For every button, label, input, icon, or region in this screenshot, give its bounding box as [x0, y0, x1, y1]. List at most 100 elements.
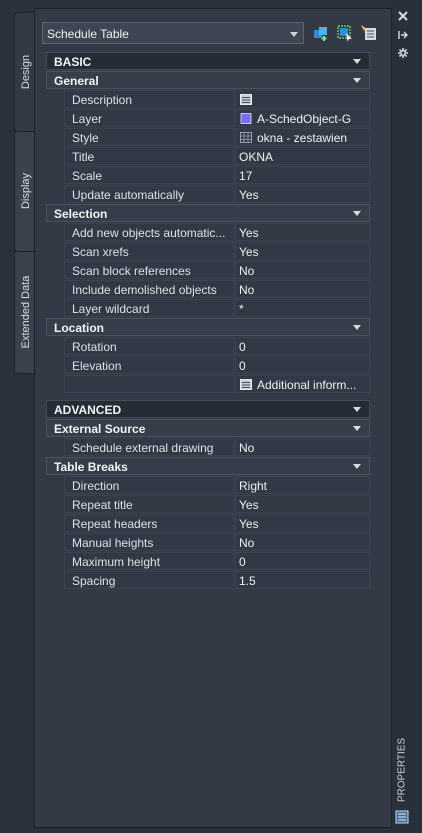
category-title: ADVANCED: [54, 403, 122, 417]
property-value[interactable]: 0: [235, 356, 370, 374]
category-basic[interactable]: BASIC: [46, 52, 370, 70]
group-title: General: [54, 74, 99, 88]
property-value[interactable]: Yes: [235, 185, 370, 203]
tab-extended-data-label: Extended Data: [20, 275, 32, 349]
category-advanced[interactable]: ADVANCED: [46, 400, 370, 418]
property-row-scale[interactable]: Scale 17: [64, 166, 370, 184]
property-name: Elevation: [72, 359, 122, 373]
property-value[interactable]: [235, 90, 370, 108]
property-name: Title: [72, 150, 95, 164]
property-value[interactable]: okna - zestawien: [235, 128, 370, 146]
quick-select-icon[interactable]: [336, 24, 354, 42]
group-table-breaks[interactable]: Table Breaks: [46, 457, 370, 475]
property-value[interactable]: Yes: [235, 242, 370, 260]
table-style-icon: [240, 132, 252, 143]
property-name: Spacing: [72, 574, 116, 588]
group-title: Location: [54, 321, 104, 335]
chevron-down-icon: [353, 407, 361, 412]
chevron-down-icon: [353, 211, 361, 216]
property-name: Add new objects automatic...: [72, 226, 226, 240]
property-row-repeat-title[interactable]: Repeat title Yes: [64, 495, 370, 513]
property-value[interactable]: A-SchedObject-G: [235, 109, 370, 127]
property-value[interactable]: 0: [235, 337, 370, 355]
property-value[interactable]: Yes: [235, 495, 370, 513]
property-row-scan-xrefs[interactable]: Scan xrefs Yes: [64, 242, 370, 260]
property-row-repeat-headers[interactable]: Repeat headers Yes: [64, 514, 370, 532]
property-row-layer[interactable]: Layer A-SchedObject-G: [64, 109, 370, 127]
property-name: Repeat headers: [72, 517, 158, 531]
property-name: Include demolished objects: [72, 283, 217, 297]
property-name: Layer: [72, 112, 103, 126]
property-name: Manual heights: [72, 536, 154, 550]
palette-menu-icon[interactable]: [395, 810, 409, 824]
property-value[interactable]: No: [235, 533, 370, 551]
property-value[interactable]: 17: [235, 166, 370, 184]
add-to-selection-icon[interactable]: [312, 24, 330, 42]
palette-titlebar: [390, 0, 422, 833]
palette-title: PROPERTIES: [396, 737, 408, 803]
property-value[interactable]: 1.5: [235, 571, 370, 589]
settings-icon[interactable]: [397, 47, 409, 59]
property-row-style[interactable]: Style okna - zestawien: [64, 128, 370, 146]
tab-design-label: Design: [20, 54, 32, 90]
property-row-title[interactable]: Title OKNA: [64, 147, 370, 165]
property-value[interactable]: Yes: [235, 223, 370, 241]
tab-display-label: Display: [20, 172, 32, 210]
layer-color-swatch-icon: [240, 113, 252, 124]
property-value[interactable]: No: [235, 438, 370, 456]
group-selection[interactable]: Selection: [46, 204, 370, 222]
chevron-down-icon: [290, 32, 298, 37]
property-row-schedule-external-drawing[interactable]: Schedule external drawing No: [64, 438, 370, 456]
property-name: Description: [72, 93, 133, 107]
property-row-maximum-height[interactable]: Maximum height 0: [64, 552, 370, 570]
property-name: Layer wildcard: [72, 302, 150, 316]
property-row-direction[interactable]: Direction Right: [64, 476, 370, 494]
property-row-include-demolished[interactable]: Include demolished objects No: [64, 280, 370, 298]
property-value[interactable]: Yes: [235, 514, 370, 532]
property-row-layer-wildcard[interactable]: Layer wildcard *: [64, 299, 370, 317]
category-title: BASIC: [54, 55, 92, 69]
chevron-down-icon: [353, 464, 361, 469]
property-value[interactable]: No: [235, 280, 370, 298]
chevron-down-icon: [353, 59, 361, 64]
pick-properties-icon[interactable]: [360, 24, 378, 42]
property-name: Rotation: [72, 340, 117, 354]
property-row-add-new-objects[interactable]: Add new objects automatic... Yes: [64, 223, 370, 241]
worksheet-icon: [240, 379, 252, 390]
property-row-rotation[interactable]: Rotation 0: [64, 337, 370, 355]
chevron-down-icon: [353, 78, 361, 83]
property-value[interactable]: OKNA: [235, 147, 370, 165]
property-row-manual-heights[interactable]: Manual heights No: [64, 533, 370, 551]
group-title: Selection: [54, 207, 108, 221]
property-name: Direction: [72, 479, 120, 493]
property-name: Scan xrefs: [72, 245, 129, 259]
property-row-scan-block-references[interactable]: Scan block references No: [64, 261, 370, 279]
property-row-elevation[interactable]: Elevation 0: [64, 356, 370, 374]
object-type-value: Schedule Table: [47, 27, 129, 41]
property-name: Scale: [72, 169, 103, 183]
description-editor-icon[interactable]: [240, 94, 252, 105]
property-row-description[interactable]: Description: [64, 90, 370, 108]
property-name: Style: [72, 131, 99, 145]
group-general[interactable]: General: [46, 71, 370, 89]
additional-information-button[interactable]: Additional inform...: [235, 375, 370, 393]
autohide-icon[interactable]: [397, 29, 409, 41]
property-value[interactable]: *: [235, 299, 370, 317]
property-name: Update automatically: [72, 188, 185, 202]
property-name: Repeat title: [72, 498, 133, 512]
group-title: Table Breaks: [54, 460, 128, 474]
close-icon[interactable]: [398, 11, 408, 21]
property-name: Maximum height: [72, 555, 161, 569]
property-name: Schedule external drawing: [72, 441, 214, 455]
property-grid: BASIC General Description Layer A-SchedO…: [46, 52, 370, 590]
property-row-update-automatically[interactable]: Update automatically Yes: [64, 185, 370, 203]
group-location[interactable]: Location: [46, 318, 370, 336]
group-external-source[interactable]: External Source: [46, 419, 370, 437]
property-value[interactable]: Right: [235, 476, 370, 494]
group-title: External Source: [54, 422, 146, 436]
object-type-select[interactable]: Schedule Table: [42, 22, 304, 44]
property-value[interactable]: 0: [235, 552, 370, 570]
property-value[interactable]: No: [235, 261, 370, 279]
property-row-additional-information[interactable]: Additional inform...: [64, 375, 370, 393]
property-row-spacing[interactable]: Spacing 1.5: [64, 571, 370, 589]
